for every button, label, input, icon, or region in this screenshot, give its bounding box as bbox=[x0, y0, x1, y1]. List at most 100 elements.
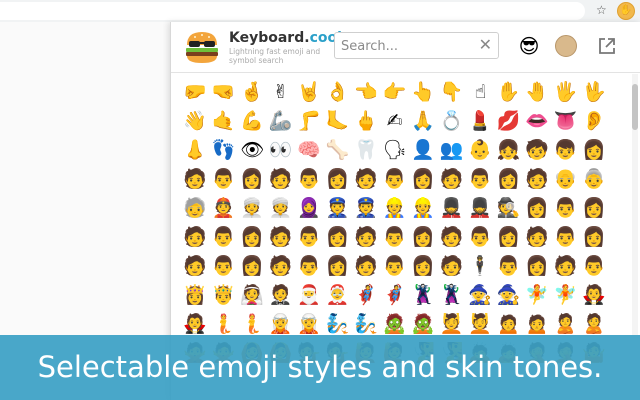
emoji-cell[interactable]: 👨 bbox=[295, 252, 324, 281]
emoji-cell[interactable]: 🧑 bbox=[352, 223, 381, 252]
emoji-cell[interactable]: 🦴 bbox=[324, 136, 353, 165]
emoji-cell[interactable]: 🤘 bbox=[295, 78, 324, 107]
emoji-cell[interactable]: 🤛 bbox=[181, 78, 210, 107]
address-bar[interactable] bbox=[0, 2, 585, 20]
emoji-cell[interactable]: 👤 bbox=[409, 136, 438, 165]
emoji-cell[interactable]: 👨 bbox=[466, 165, 495, 194]
emoji-cell[interactable]: 👩 bbox=[523, 252, 552, 281]
emoji-cell[interactable]: ✋ bbox=[495, 78, 524, 107]
emoji-cell[interactable]: 👵 bbox=[580, 165, 609, 194]
emoji-cell[interactable]: 👩 bbox=[409, 165, 438, 194]
emoji-cell[interactable]: 🤚 bbox=[523, 78, 552, 107]
emoji-cell[interactable]: 🧑 bbox=[438, 165, 467, 194]
emoji-cell[interactable]: 👥 bbox=[438, 136, 467, 165]
emoji-cell[interactable]: 👨 bbox=[466, 223, 495, 252]
emoji-cell[interactable]: 🧙 bbox=[466, 281, 495, 310]
emoji-cell[interactable]: 🧑 bbox=[352, 165, 381, 194]
emoji-cell[interactable]: 👄 bbox=[523, 107, 552, 136]
emoji-cell[interactable]: 👰 bbox=[238, 281, 267, 310]
emoji-cell[interactable]: 👨 bbox=[552, 194, 581, 223]
emoji-cell[interactable]: 👨 bbox=[381, 223, 410, 252]
emoji-cell[interactable]: 🤶 bbox=[324, 281, 353, 310]
emoji-cell[interactable]: 🧑 bbox=[352, 252, 381, 281]
emoji-cell[interactable]: 👳 bbox=[238, 194, 267, 223]
emoji-cell[interactable]: 👩 bbox=[409, 252, 438, 281]
emoji-cell[interactable]: 👌 bbox=[324, 78, 353, 107]
emoji-cell[interactable]: 👆 bbox=[409, 78, 438, 107]
emoji-cell[interactable]: 👩 bbox=[238, 223, 267, 252]
emoji-cell[interactable]: 🧑 bbox=[523, 165, 552, 194]
emoji-cell[interactable]: ✍ bbox=[381, 107, 410, 136]
emoji-cell[interactable]: 🕴 bbox=[466, 252, 495, 281]
emoji-cell[interactable]: 👃 bbox=[181, 136, 210, 165]
extension-icon[interactable]: ✋ bbox=[617, 2, 635, 20]
emoji-cell[interactable]: 🦵 bbox=[295, 107, 324, 136]
scrollbar-thumb[interactable] bbox=[632, 84, 638, 130]
skin-tone-button[interactable] bbox=[555, 35, 577, 57]
emoji-cell[interactable]: 🧚 bbox=[552, 281, 581, 310]
emoji-cell[interactable]: 🦹 bbox=[438, 281, 467, 310]
emoji-cell[interactable]: 🧑 bbox=[438, 223, 467, 252]
emoji-cell[interactable]: 🧒 bbox=[523, 136, 552, 165]
emoji-cell[interactable]: 👨 bbox=[295, 165, 324, 194]
emoji-cell[interactable]: 🖕 bbox=[352, 107, 381, 136]
emoji-cell[interactable]: 🧑 bbox=[523, 223, 552, 252]
emoji-cell[interactable]: 🧑 bbox=[267, 223, 296, 252]
emoji-cell[interactable]: 👩 bbox=[495, 165, 524, 194]
emoji-cell[interactable]: 👩 bbox=[238, 252, 267, 281]
emoji-cell[interactable]: 🧑 bbox=[181, 252, 210, 281]
emoji-cell[interactable]: 👮 bbox=[352, 194, 381, 223]
emoji-cell[interactable]: 👩 bbox=[523, 194, 552, 223]
emoji-cell[interactable]: 🦾 bbox=[267, 107, 296, 136]
emoji-cell[interactable]: 💂 bbox=[466, 194, 495, 223]
emoji-cell[interactable]: 👋 bbox=[181, 107, 210, 136]
emoji-cell[interactable]: ✌ bbox=[267, 78, 296, 107]
emoji-cell[interactable]: 👶 bbox=[466, 136, 495, 165]
emoji-cell[interactable]: 👨 bbox=[552, 223, 581, 252]
popout-icon[interactable] bbox=[596, 35, 618, 57]
emoji-cell[interactable]: 👨 bbox=[495, 252, 524, 281]
emoji-cell[interactable]: 🤜 bbox=[210, 78, 239, 107]
emoji-cell[interactable]: 👩 bbox=[324, 165, 353, 194]
emoji-cell[interactable]: 🧑 bbox=[267, 252, 296, 281]
emoji-cell[interactable]: 👣 bbox=[210, 136, 239, 165]
emoji-cell[interactable]: 🤙 bbox=[210, 107, 239, 136]
emoji-cell[interactable]: 👁 bbox=[238, 136, 267, 165]
emoji-cell[interactable]: 👨 bbox=[295, 223, 324, 252]
emoji-cell[interactable]: 🖐 bbox=[552, 78, 581, 107]
emoji-cell[interactable]: 👳 bbox=[267, 194, 296, 223]
emoji-cell[interactable]: 💍 bbox=[438, 107, 467, 136]
emoji-cell[interactable]: 🧑 bbox=[181, 165, 210, 194]
emoji-cell[interactable]: 👩 bbox=[580, 136, 609, 165]
emoji-cell[interactable]: 👨 bbox=[210, 165, 239, 194]
emoji-cell[interactable]: 🧕 bbox=[295, 194, 324, 223]
emoji-cell[interactable]: 👴 bbox=[552, 165, 581, 194]
emoji-cell[interactable]: 👩 bbox=[324, 252, 353, 281]
emoji-cell[interactable]: 👩 bbox=[495, 223, 524, 252]
emoji-cell[interactable]: 💋 bbox=[495, 107, 524, 136]
emoji-cell[interactable]: 💄 bbox=[466, 107, 495, 136]
emoji-style-button[interactable]: 😎 bbox=[517, 34, 541, 58]
emoji-cell[interactable]: 👈 bbox=[352, 78, 381, 107]
emoji-cell[interactable]: 👩 bbox=[238, 165, 267, 194]
emoji-cell[interactable]: 👦 bbox=[552, 136, 581, 165]
emoji-cell[interactable]: 🎅 bbox=[295, 281, 324, 310]
emoji-cell[interactable]: 🧑 bbox=[552, 252, 581, 281]
emoji-cell[interactable]: 🧙 bbox=[495, 281, 524, 310]
emoji-cell[interactable]: 👇 bbox=[438, 78, 467, 107]
emoji-cell[interactable]: 👨 bbox=[381, 165, 410, 194]
emoji-cell[interactable]: 🦷 bbox=[352, 136, 381, 165]
emoji-cell[interactable]: 🦹 bbox=[409, 281, 438, 310]
emoji-cell[interactable]: 🧑 bbox=[267, 165, 296, 194]
emoji-cell[interactable]: 🧚 bbox=[523, 281, 552, 310]
emoji-cell[interactable]: ☝ bbox=[466, 78, 495, 107]
emoji-cell[interactable]: 🧛 bbox=[580, 281, 609, 310]
emoji-cell[interactable]: 💂 bbox=[438, 194, 467, 223]
emoji-cell[interactable]: 👷 bbox=[409, 194, 438, 223]
close-icon[interactable]: ✕ bbox=[479, 36, 492, 54]
star-icon[interactable]: ☆ bbox=[596, 3, 607, 17]
emoji-cell[interactable]: 🙏 bbox=[409, 107, 438, 136]
emoji-cell[interactable]: 👩 bbox=[580, 194, 609, 223]
emoji-cell[interactable]: 🤴 bbox=[210, 281, 239, 310]
emoji-cell[interactable]: 👨 bbox=[210, 223, 239, 252]
